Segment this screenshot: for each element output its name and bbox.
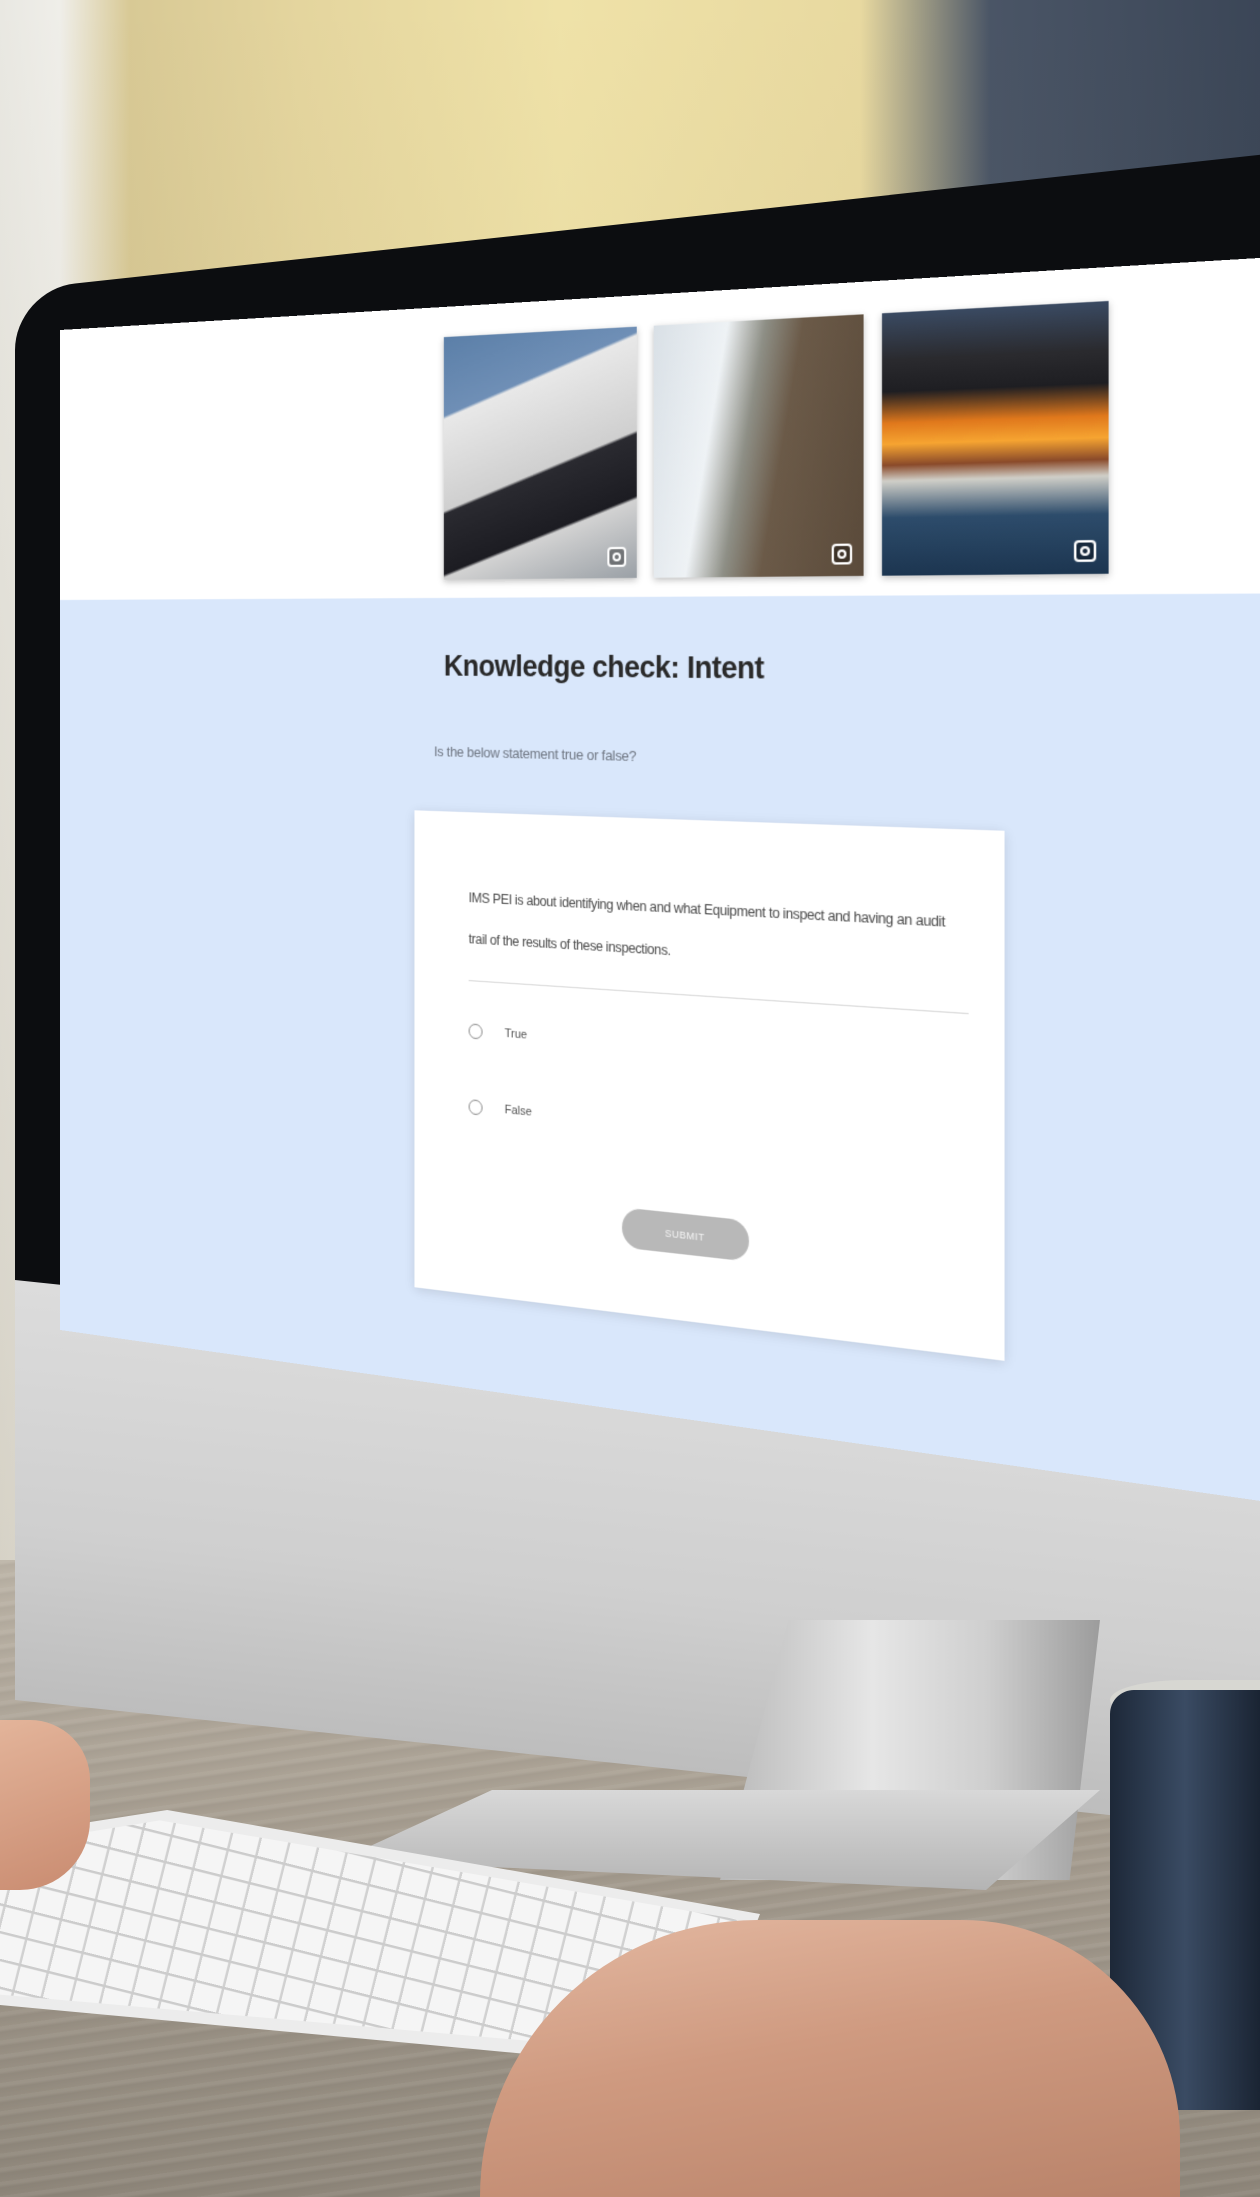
option-true-label: True: [504, 1027, 528, 1042]
question-instruction: Is the below statement true or false?: [434, 743, 637, 765]
option-true[interactable]: True: [468, 1023, 528, 1043]
gallery-image-damaged-tank[interactable]: [443, 326, 638, 580]
quiz-page: Knowledge check: Intent Is the below sta…: [60, 253, 1260, 1513]
zoom-icon[interactable]: [1073, 539, 1097, 563]
gallery-image-rig-fire[interactable]: [881, 300, 1109, 576]
image-gallery: [443, 300, 1109, 580]
submit-button[interactable]: SUBMIT: [621, 1207, 749, 1262]
page-title: Knowledge check: Intent: [443, 649, 764, 686]
question-statement: IMS PEI is about identifying when and wh…: [468, 890, 946, 959]
zoom-icon[interactable]: [831, 543, 852, 565]
monitor-screen: Knowledge check: Intent Is the below sta…: [60, 253, 1260, 1513]
option-false-label: False: [504, 1103, 532, 1119]
radio-true[interactable]: [468, 1023, 483, 1040]
question-card: IMS PEI is about identifying when and wh…: [414, 810, 1005, 1361]
option-false[interactable]: False: [468, 1099, 532, 1120]
radio-false[interactable]: [468, 1099, 483, 1116]
zoom-icon[interactable]: [607, 546, 627, 568]
gallery-image-leaking-pipe[interactable]: [654, 314, 864, 578]
